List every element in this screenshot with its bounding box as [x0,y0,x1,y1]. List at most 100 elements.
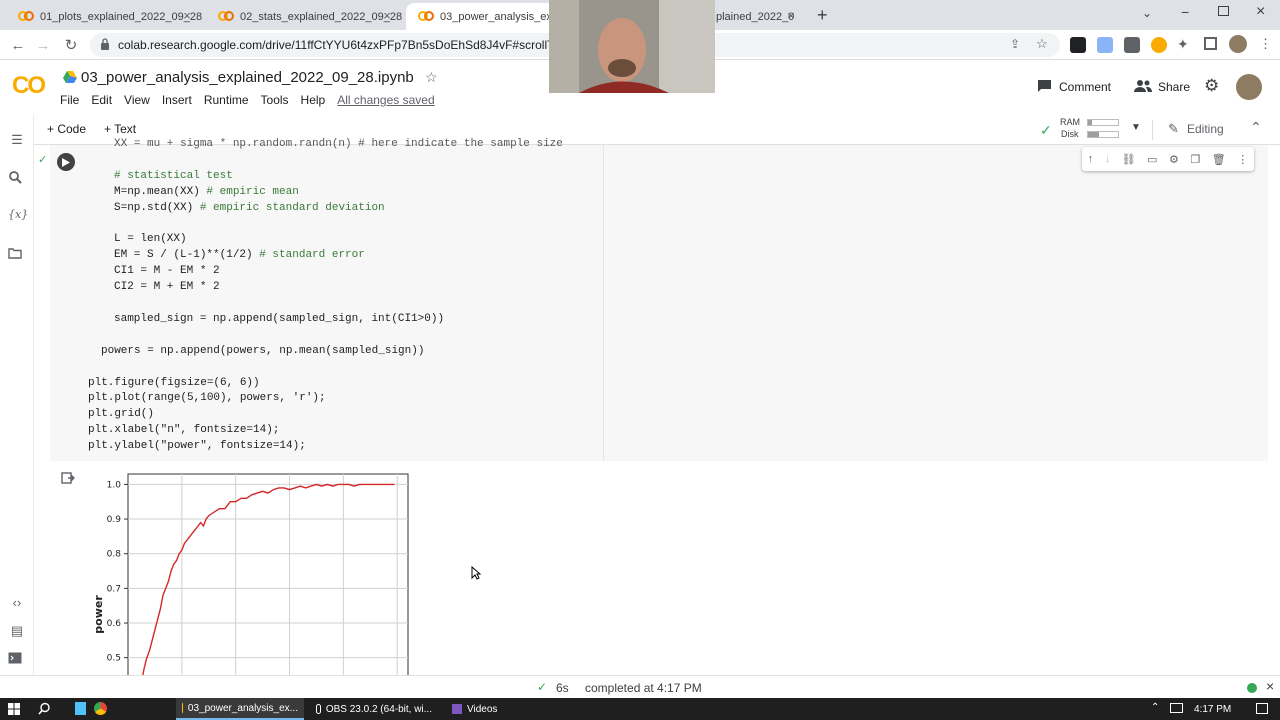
code-line[interactable]: plt.grid() [88,408,154,420]
y-tick-label: 0.9 [107,515,122,525]
extension-timer-icon[interactable] [1151,37,1167,53]
taskbar-item-label: OBS 23.0.2 (64-bit, wi... [325,703,432,715]
clock[interactable]: 4:17 PM [1194,704,1231,715]
share-button[interactable]: Share [1158,80,1190,94]
menu-tools[interactable]: Tools [261,93,289,107]
code-line[interactable]: L = len(XX) [114,233,187,245]
chrome-icon[interactable] [94,702,107,715]
star-notebook-icon[interactable]: ☆ [425,69,438,86]
delete-trash-icon[interactable]: 🗑 [1212,153,1226,166]
taskbar-app-icon[interactable] [75,702,86,715]
code-line[interactable]: CI2 = M + EM * 2 [114,281,220,293]
menu-help[interactable]: Help [301,93,326,107]
editing-mode-button[interactable]: Editing [1187,122,1224,136]
settings-gear-icon[interactable]: ⚙ [1204,76,1219,96]
browser-tab-1[interactable]: 01_plots_explained_2022_09_28.i × [6,3,202,30]
bookmark-star-icon[interactable]: ☆ [1036,36,1048,52]
menu-edit[interactable]: Edit [91,93,112,107]
close-tab-icon[interactable]: × [180,9,194,23]
share-people-icon [1134,80,1152,92]
close-window-icon[interactable]: × [1256,3,1265,21]
code-line[interactable]: # statistical test [114,170,233,182]
menu-view[interactable]: View [124,93,150,107]
tab-search-icon[interactable]: ⌄ [1142,6,1152,20]
code-line[interactable]: CI1 = M - EM * 2 [114,265,220,277]
ram-meter[interactable] [1087,119,1119,126]
code-line[interactable]: S=np.std(XX) # empiric standard deviatio… [114,202,385,214]
extension-icon[interactable] [1070,37,1086,53]
command-palette-icon[interactable]: ▤ [8,623,26,641]
browser-menu-icon[interactable]: ⋮ [1259,36,1272,52]
menu-file[interactable]: File [60,93,79,107]
minimize-window-icon[interactable]: − [1181,4,1189,20]
code-line[interactable]: powers = np.append(powers, np.mean(sampl… [101,345,424,357]
close-tab-icon[interactable]: × [784,9,798,23]
back-icon[interactable]: ← [9,36,27,54]
side-panel-icon[interactable] [1204,37,1217,50]
comment-icon[interactable]: ▭ [1147,153,1157,166]
terminal-icon[interactable] [8,652,26,670]
move-up-icon[interactable]: ↑ [1088,153,1094,165]
menu-insert[interactable]: Insert [162,93,192,107]
browser-tab-2[interactable]: 02_stats_explained_2022_09_28.i × [206,3,402,30]
pencil-icon: ✎ [1168,121,1179,136]
disk-meter[interactable] [1087,131,1119,138]
code-line[interactable]: XX = mu + sigma * np.random.randn(n) # h… [114,138,563,150]
add-text-button[interactable]: + Text [104,122,136,136]
output-actions-icon[interactable] [61,471,75,485]
collapse-header-icon[interactable]: ⌃ [1250,119,1262,136]
code-line[interactable]: EM = S / (L-1)**(1/2) # standard error [114,249,365,261]
menu-runtime[interactable]: Runtime [204,93,249,107]
user-avatar[interactable] [1236,74,1262,100]
code-line[interactable]: M=np.mean(XX) # empiric mean [114,186,299,198]
profile-avatar[interactable] [1229,35,1247,53]
code-line[interactable]: plt.figure(figsize=(6, 6)) [88,377,260,389]
code-line[interactable]: plt.plot(range(5,100), powers, 'r'); [88,392,326,404]
run-cell-button[interactable] [57,153,75,171]
windows-start-icon[interactable] [8,703,20,715]
connection-status-icon [1247,683,1257,693]
forward-icon[interactable]: → [34,36,52,54]
taskbar-item-obs[interactable]: OBS 23.0.2 (64-bit, wi... [310,698,438,720]
comment-button[interactable]: Comment [1059,80,1111,94]
notifications-icon[interactable] [1256,703,1268,714]
network-icon[interactable] [1170,703,1183,713]
code-cell[interactable]: ✓ XX = mu + sigma * np.random.randn(n) #… [38,138,1268,461]
new-tab-button[interactable]: + [817,5,828,26]
extension-screen-icon[interactable] [1124,37,1140,53]
code-line[interactable]: plt.ylabel("power", fontsize=14); [88,440,306,452]
cell-more-icon[interactable]: ⋮ [1237,153,1248,166]
code-editor[interactable]: XX = mu + sigma * np.random.randn(n) # h… [78,138,604,461]
code-text: plt.plot(range(5,100), powers, 'r'); [88,392,326,405]
variables-icon[interactable]: {x} [8,208,28,226]
cell-settings-gear-icon[interactable]: ⚙ [1169,153,1179,166]
code-line[interactable]: plt.xlabel("n", fontsize=14); [88,424,279,436]
resources-dropdown-icon[interactable]: ▼ [1131,122,1141,133]
comment-icon [1037,79,1052,93]
browser-tab-4[interactable]: plained_2022_0 × [716,3,806,30]
close-status-icon[interactable]: × [1266,678,1274,694]
taskbar-item-videos[interactable]: Videos [446,698,516,720]
move-down-icon[interactable]: ↓ [1105,153,1111,165]
close-tab-icon[interactable]: × [380,9,394,23]
add-code-button[interactable]: + Code [47,122,86,136]
link-icon[interactable]: ⛓ [1122,153,1136,166]
extension-docs-icon[interactable] [1097,37,1113,53]
files-folder-icon[interactable] [8,247,26,265]
table-of-contents-icon[interactable]: ☰ [8,132,26,150]
notebook-title[interactable]: 03_power_analysis_explained_2022_09_28.i… [81,69,414,86]
save-status[interactable]: All changes saved [337,93,434,107]
taskbar-search-icon[interactable] [38,702,51,715]
restore-window-icon[interactable] [1218,6,1229,16]
mirror-cell-icon[interactable]: ❐ [1190,153,1200,166]
colab-logo[interactable]: CO [12,72,46,100]
code-snippets-icon[interactable]: ‹› [8,595,26,613]
taskbar-item-chrome[interactable]: 03_power_analysis_ex... [176,698,304,720]
search-icon[interactable] [8,170,26,188]
completed-status[interactable]: completed at 4:17 PM [585,681,702,695]
tray-chevron-icon[interactable]: ⌃ [1151,702,1159,713]
reload-icon[interactable]: ↻ [62,36,80,54]
install-app-icon[interactable]: ⇪ [1010,37,1020,51]
code-line[interactable]: sampled_sign = np.append(sampled_sign, i… [114,313,444,325]
extensions-puzzle-icon[interactable]: ✦ [1177,36,1189,53]
